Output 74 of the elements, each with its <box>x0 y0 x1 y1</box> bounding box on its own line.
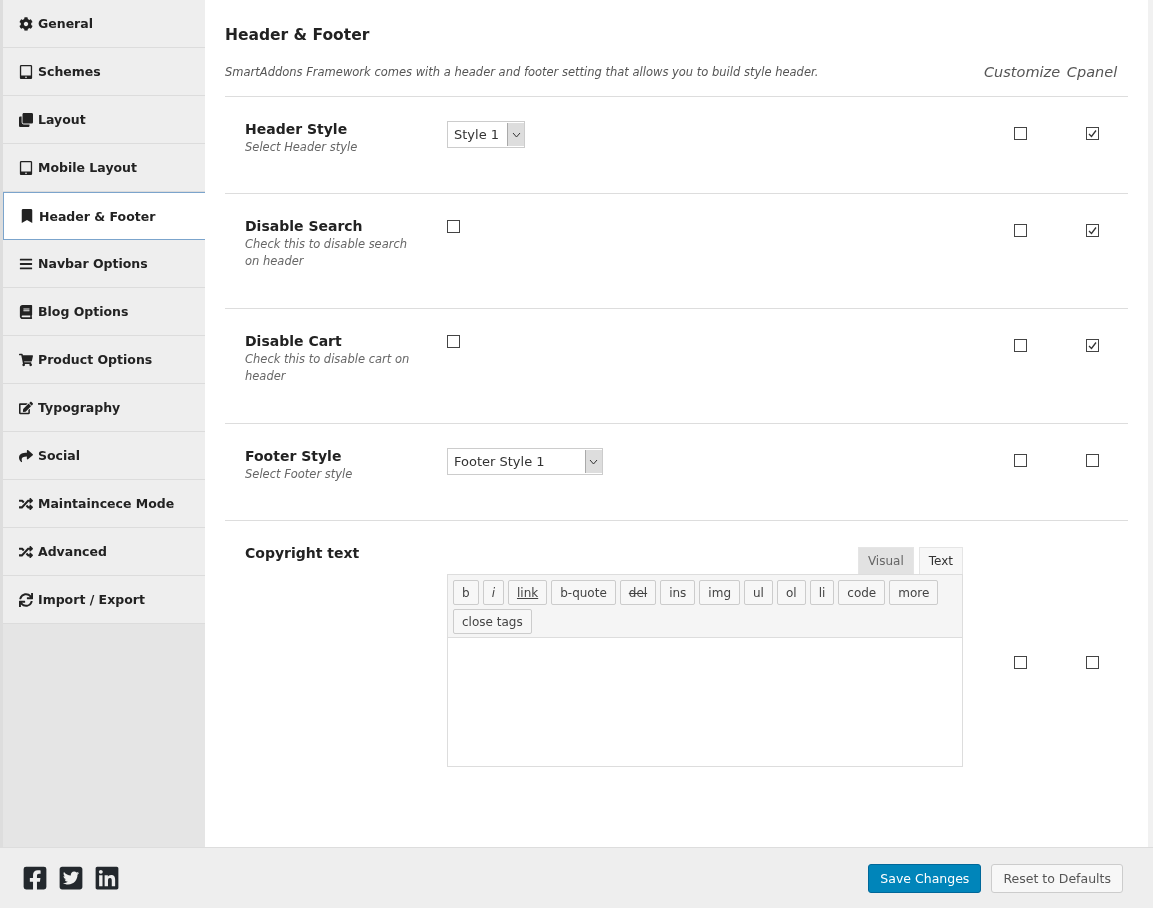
sidebar-item[interactable]: General <box>3 0 205 48</box>
column-heading: Cpanel <box>1065 64 1119 80</box>
quicktag-button[interactable]: li <box>809 580 835 605</box>
in-letter-icon[interactable] <box>94 865 120 891</box>
quicktag-button[interactable]: i <box>482 580 504 605</box>
sidebar-item[interactable]: Schemes <box>3 48 205 96</box>
sidebar-item[interactable]: Typography <box>3 384 205 432</box>
checkbox[interactable] <box>1085 454 1099 467</box>
checkbox[interactable] <box>1085 127 1099 140</box>
editor-tab[interactable]: Text <box>918 547 963 574</box>
gear-icon <box>19 16 33 31</box>
save-button[interactable]: Save Changes <box>868 863 982 893</box>
checkbox[interactable] <box>447 220 460 233</box>
quicktag-button[interactable]: more <box>889 580 939 605</box>
quicktag-button[interactable]: b <box>453 580 479 605</box>
sidebar-item[interactable]: Social <box>3 432 205 480</box>
quicktag-button[interactable]: ol <box>776 580 806 605</box>
tablet-icon <box>19 160 33 175</box>
quicktag-button[interactable]: del <box>619 580 657 605</box>
sync-icon <box>19 592 33 607</box>
checkbox[interactable] <box>1085 224 1099 237</box>
f-letter-icon[interactable] <box>22 865 48 891</box>
option-title: Disable Search <box>245 218 364 234</box>
checkbox[interactable] <box>1013 339 1027 352</box>
menu-icon <box>19 256 33 271</box>
shuffle-icon <box>19 496 33 511</box>
checkbox[interactable] <box>1085 339 1099 352</box>
bookmark-icon <box>20 209 34 223</box>
checkbox[interactable] <box>1013 127 1027 140</box>
stacked-pages-icon <box>19 112 33 127</box>
edit-icon <box>19 400 33 415</box>
option-title: Header Style <box>245 121 349 137</box>
quicktag-button[interactable]: link <box>507 580 548 605</box>
checkbox[interactable] <box>1013 454 1027 467</box>
shuffle-icon <box>19 544 33 559</box>
sidebar-item[interactable]: Maintaincece Mode <box>3 480 205 528</box>
section-title: Header & Footer <box>225 26 371 44</box>
bird-icon[interactable] <box>58 865 84 891</box>
book-icon <box>19 304 33 319</box>
select-dropdown[interactable]: Footer Style 1 <box>447 448 603 475</box>
quicktag-button[interactable]: img <box>699 580 740 605</box>
sidebar-item[interactable]: Navbar Options <box>3 240 205 288</box>
share-arrow-icon <box>19 448 33 463</box>
caret-icon <box>589 458 599 465</box>
option-title: Copyright text <box>245 545 361 561</box>
sidebar-item[interactable]: Blog Options <box>3 288 205 336</box>
caret-icon <box>511 131 521 138</box>
checkbox[interactable] <box>1013 224 1027 237</box>
checkbox[interactable] <box>447 335 460 348</box>
option-hint: Select Footer style <box>245 466 354 483</box>
sidebar-item[interactable]: Mobile Layout <box>3 144 205 192</box>
select-dropdown[interactable]: Style 1 <box>447 121 526 148</box>
quicktag-button[interactable]: close tags <box>453 609 532 634</box>
checkbox[interactable] <box>1013 655 1027 669</box>
section-description: SmartAddons Framework comes with a header and footer setting that allows you to build style header. <box>225 65 820 79</box>
quicktag-button[interactable]: ul <box>744 580 773 605</box>
quicktag-button[interactable]: ins <box>660 580 696 605</box>
sidebar-item[interactable]: Product Options <box>3 336 205 384</box>
sidebar-item[interactable]: Advanced <box>3 528 205 576</box>
option-hint: Select Header style <box>245 139 359 156</box>
sidebar-item[interactable]: Header & Footer <box>3 192 207 240</box>
editor-tab[interactable]: Visual <box>857 547 914 574</box>
option-hint: Check this to disable cart on header <box>245 351 411 385</box>
checkbox[interactable] <box>1085 655 1099 669</box>
option-title: Disable Cart <box>245 333 343 349</box>
option-hint: Check this to disable search on header <box>245 236 409 270</box>
reset-button[interactable]: Reset to Defaults <box>991 863 1123 893</box>
quicktag-button[interactable]: code <box>838 580 886 605</box>
sidebar-item[interactable]: Import / Export <box>3 576 205 624</box>
sidebar-item[interactable]: Layout <box>3 96 205 144</box>
cart-icon <box>19 352 33 367</box>
tablet-icon <box>19 64 33 79</box>
option-title: Footer Style <box>245 448 343 464</box>
quicktag-button[interactable]: b-quote <box>551 580 616 605</box>
